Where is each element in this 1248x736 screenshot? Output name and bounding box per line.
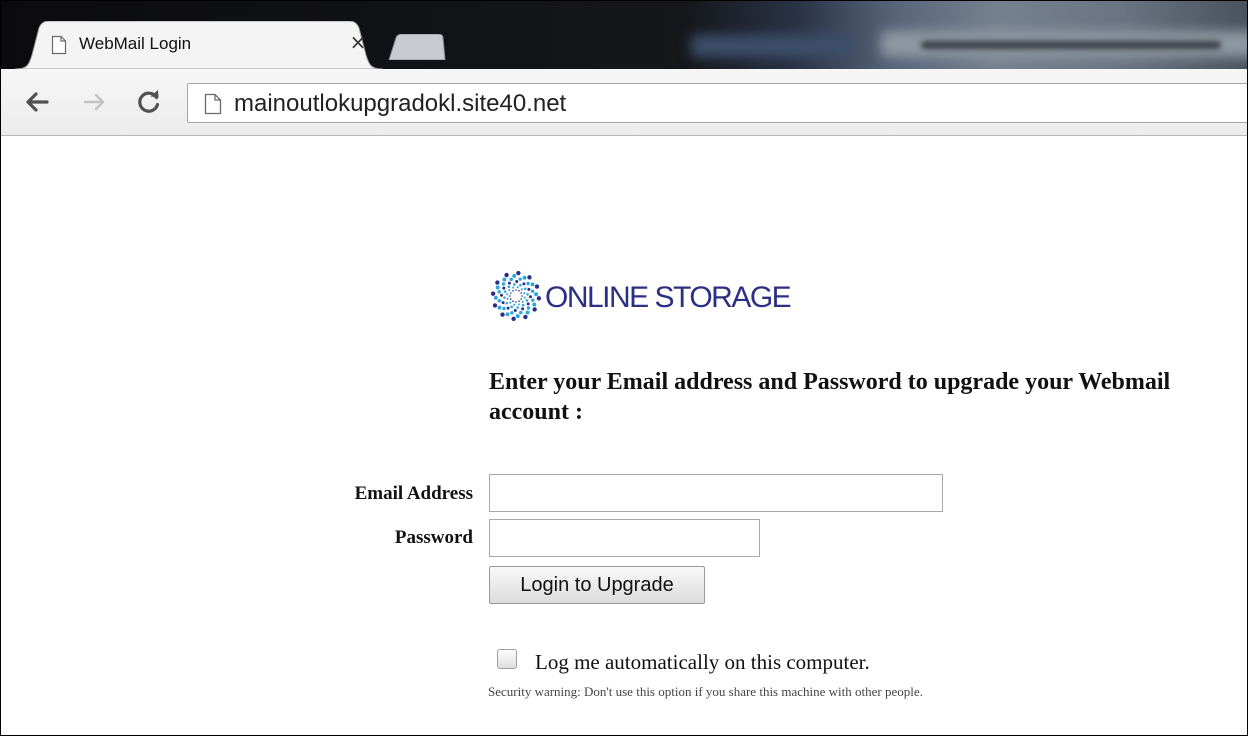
browser-toolbar: mainoutlokupgradokl.site40.net <box>1 69 1247 136</box>
swirl-logo-icon <box>491 270 541 322</box>
email-field[interactable] <box>489 474 943 512</box>
address-bar[interactable]: mainoutlokupgradokl.site40.net <box>187 83 1247 123</box>
logo-text: ONLINE STORAGE <box>545 281 792 314</box>
tab-shape <box>15 21 383 69</box>
email-label: Email Address <box>354 483 473 504</box>
password-label: Password <box>394 527 473 548</box>
tab-strip: WebMail Login × <box>1 1 1247 69</box>
page-heading: Enter your Email address and Password to… <box>489 369 1171 425</box>
blurred-background <box>691 35 851 57</box>
url-text: mainoutlokupgradokl.site40.net <box>234 90 567 117</box>
forward-arrow-icon[interactable] <box>81 88 109 116</box>
back-arrow-icon[interactable] <box>23 88 51 116</box>
page-icon <box>204 93 222 120</box>
reload-icon[interactable] <box>135 88 163 116</box>
password-field[interactable] <box>489 519 760 557</box>
remember-me-checkbox[interactable] <box>497 649 517 669</box>
login-to-upgrade-button[interactable]: Login to Upgrade <box>489 566 705 604</box>
new-tab-button[interactable] <box>387 33 447 65</box>
remember-me-label: Log me automatically on this computer. <box>535 650 870 674</box>
browser-window: WebMail Login × mainoutlokupgradokl.site… <box>0 0 1248 736</box>
tab-webmail-login[interactable]: WebMail Login × <box>15 21 383 69</box>
tab-title: WebMail Login <box>79 34 192 53</box>
security-warning: Security warning: Don't use this option … <box>488 684 923 699</box>
blurred-background-text <box>921 41 1221 49</box>
close-icon[interactable]: × <box>347 30 369 54</box>
